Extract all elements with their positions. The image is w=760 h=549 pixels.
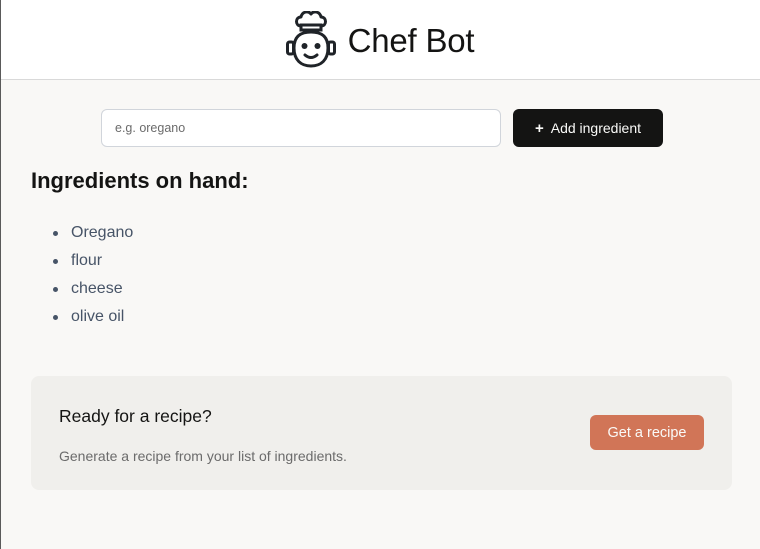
list-item: Oregano [53,219,133,247]
recipe-card-description: Generate a recipe from your list of ingr… [59,448,347,464]
recipe-card-title: Ready for a recipe? [59,406,212,426]
app-title: Chef Bot [347,21,475,59]
window-edge [0,0,1,549]
add-ingredient-button[interactable]: + Add ingredient [513,109,663,147]
add-ingredient-form: + Add ingredient [101,109,663,147]
bullet-icon [53,258,58,264]
ingredient-label: Oregano [71,224,134,241]
list-item: flour [53,247,133,275]
get-recipe-card: Ready for a recipe? Generate a recipe fr… [31,376,732,490]
bullet-icon [53,230,58,236]
add-ingredient-label: Add ingredient [550,120,642,136]
list-item: cheese [53,275,133,303]
ingredient-input[interactable] [101,109,501,147]
ingredient-label: olive oil [71,308,125,325]
get-recipe-button[interactable]: Get a recipe [590,415,704,450]
ingredient-label: flour [71,252,103,269]
ingredients-heading: Ingredients on hand: [31,168,249,193]
ingredient-label: cheese [71,280,123,297]
ingredients-list: Oregano flour cheese olive oil [53,219,133,331]
bullet-icon [53,314,58,320]
bullet-icon [53,286,58,292]
plus-icon: + [534,119,544,137]
chef-robot-icon [285,10,336,68]
list-item: olive oil [53,303,133,331]
app-header: Chef Bot [0,0,760,80]
